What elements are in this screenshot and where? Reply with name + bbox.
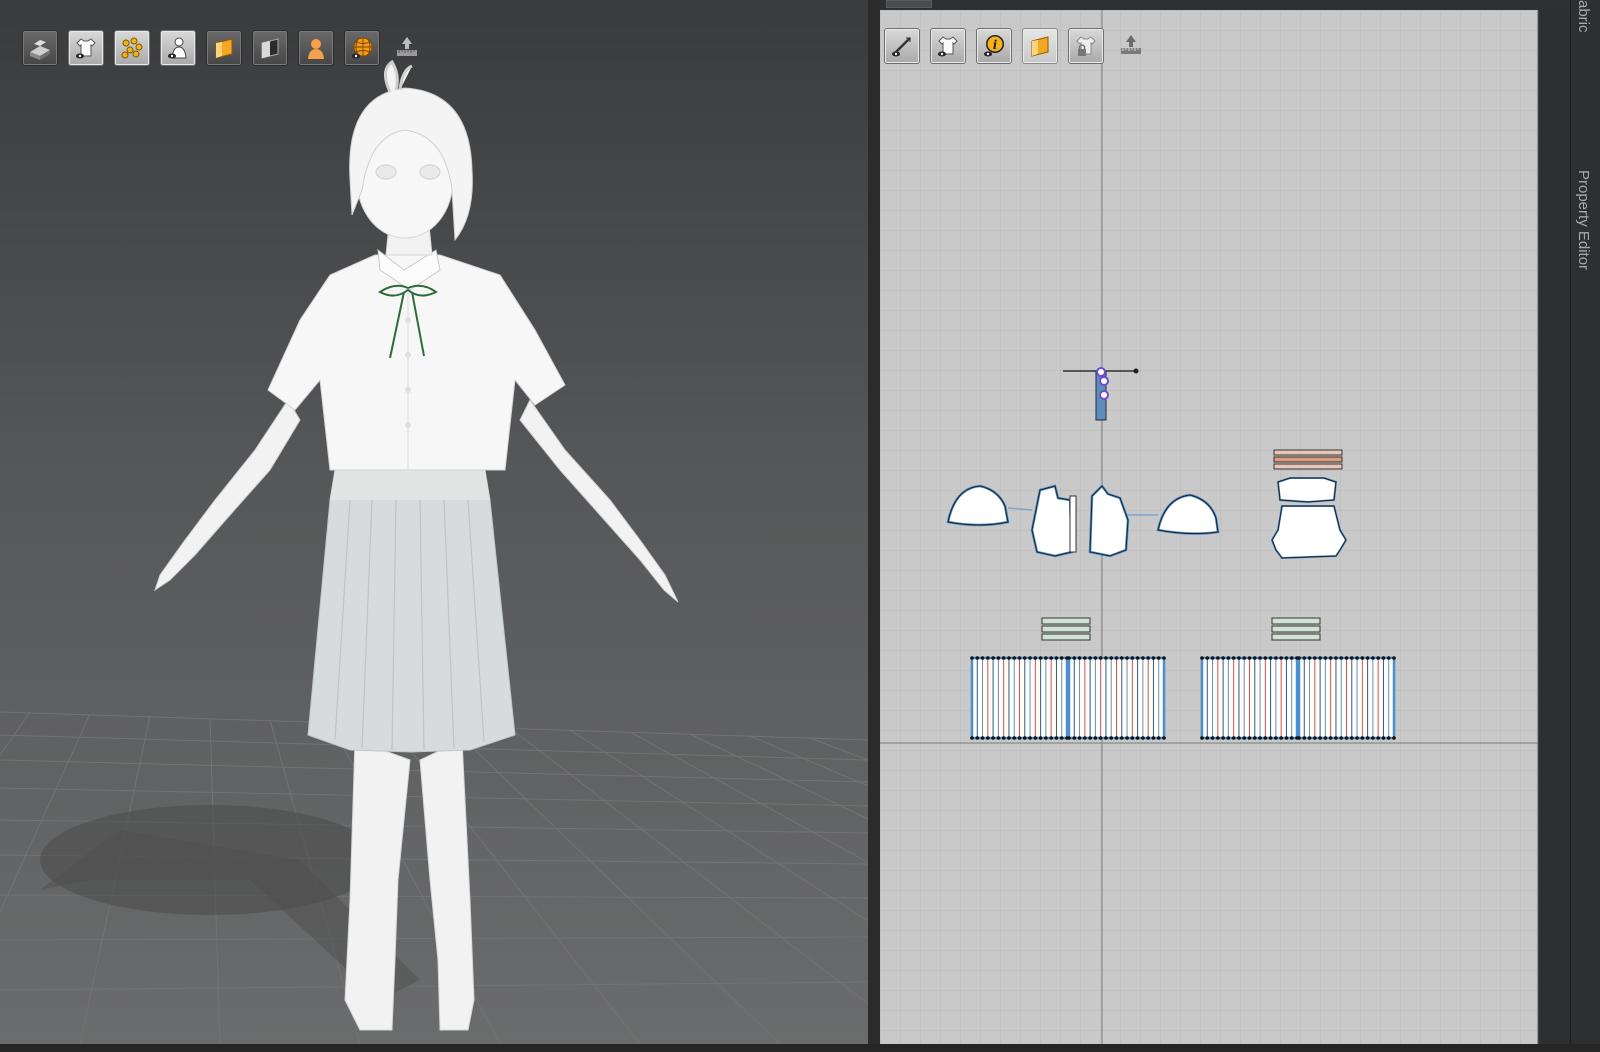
measure-2d-icon[interactable]	[1114, 28, 1148, 62]
avatar-skirt	[307, 469, 516, 753]
svg-text:i: i	[993, 38, 998, 52]
pattern-yoke	[1276, 477, 1338, 504]
avatar-right-arm	[519, 399, 679, 603]
view-splitter[interactable]	[868, 0, 880, 1052]
pattern-waistband-right	[1271, 617, 1321, 641]
lock-garment-icon[interactable]	[1068, 28, 1104, 64]
show-pattern-line-icon[interactable]	[884, 28, 920, 64]
show-garment-2d-icon[interactable]	[930, 28, 966, 64]
viewport-3d[interactable]	[0, 0, 871, 1044]
pattern-skirt-front	[970, 656, 1166, 740]
texture-2d-icon[interactable]	[1022, 28, 1058, 64]
viewport-2d-toolbar: i	[884, 28, 1148, 64]
pattern-info-icon[interactable]: i	[976, 28, 1012, 64]
scene-3d	[0, 59, 868, 1044]
pattern-back	[1270, 505, 1348, 560]
avatar-shirt	[267, 254, 566, 471]
viewport-2d[interactable]: i	[880, 10, 1570, 1044]
bottom-strip	[0, 1044, 1600, 1052]
avatar-left-arm	[154, 399, 301, 592]
pattern-waistband-left	[1041, 617, 1091, 641]
pattern-collar	[1273, 449, 1343, 470]
property-editor-tab-label[interactable]: Property Editor	[1575, 170, 1592, 270]
pattern-grid	[880, 10, 1570, 1044]
pattern-skirt-back	[1200, 656, 1396, 740]
fabric-tab-label[interactable]: abric	[1575, 0, 1592, 33]
viewport-2d-tab[interactable]	[886, 0, 932, 8]
right-dock: abric Property Editor	[1570, 0, 1600, 1052]
